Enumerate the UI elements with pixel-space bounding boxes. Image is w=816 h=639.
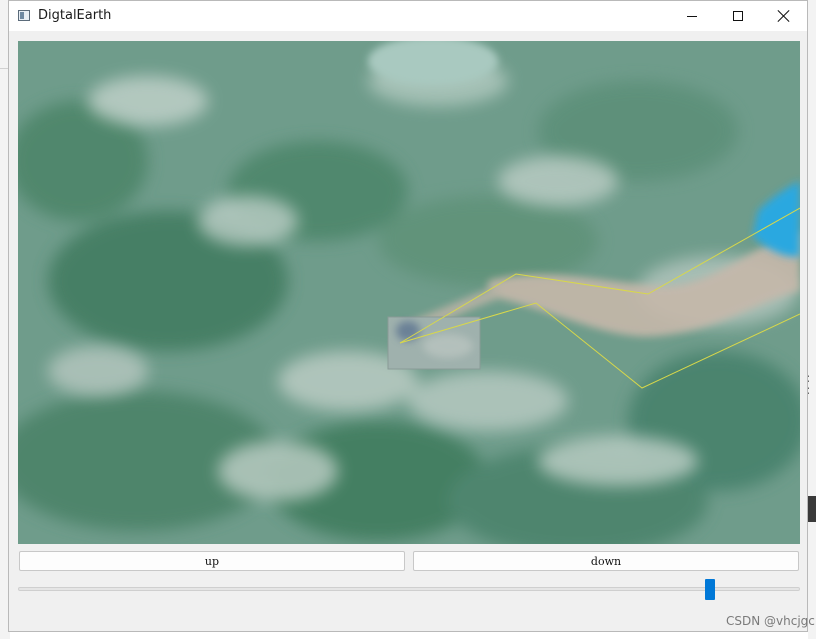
down-button[interactable]: down: [413, 551, 799, 571]
title-bar[interactable]: DigtalEarth: [9, 1, 807, 31]
app-window: DigtalEarth up down: [8, 0, 808, 632]
window-title: DigtalEarth: [38, 8, 112, 23]
maximize-button[interactable]: [715, 1, 761, 31]
up-button[interactable]: up: [19, 551, 405, 571]
desktop-right-edge: [808, 0, 816, 639]
slider-groove[interactable]: [18, 587, 800, 591]
slider-handle[interactable]: [705, 579, 715, 600]
close-icon: [777, 9, 791, 23]
watermark: CSDN @vhcjgc: [726, 614, 815, 628]
close-button[interactable]: [761, 1, 807, 31]
satellite-map: [18, 41, 800, 544]
maximize-icon: [733, 11, 743, 21]
zoom-slider[interactable]: [18, 579, 800, 600]
minimize-icon: [687, 15, 697, 17]
desktop-right-block: [808, 496, 816, 522]
earth-map-view[interactable]: [18, 41, 800, 544]
minimize-button[interactable]: [669, 1, 715, 31]
app-window-icon: [18, 10, 30, 21]
